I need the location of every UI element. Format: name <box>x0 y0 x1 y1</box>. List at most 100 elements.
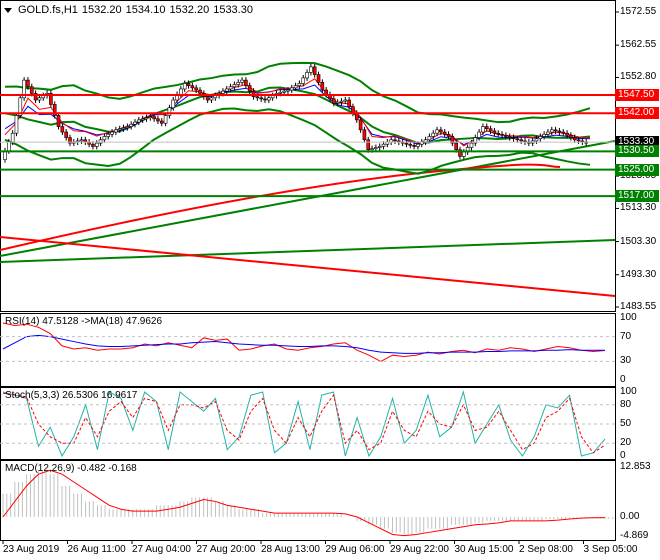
candle <box>14 115 19 134</box>
dropdown-triangle-icon[interactable] <box>4 7 12 13</box>
price-tick-label: 1572.55 <box>620 6 657 17</box>
rsi-tick-label: 0 <box>620 374 626 385</box>
level-label-support: 1530.50 <box>615 145 659 158</box>
candle <box>561 131 566 134</box>
candle <box>140 118 145 121</box>
red-moving-average <box>0 163 561 251</box>
candle <box>572 137 577 141</box>
candle <box>64 131 68 138</box>
candle <box>301 77 306 84</box>
candle <box>305 72 309 79</box>
candle <box>198 89 202 94</box>
candle <box>488 128 493 132</box>
candle <box>148 116 153 118</box>
time-axis-label: 23 Aug 2019 <box>3 544 60 555</box>
candle <box>267 97 271 101</box>
candle <box>408 143 413 146</box>
macd-tick-label: -4.869 <box>620 529 649 541</box>
candle <box>370 148 374 151</box>
level-label-support: 1525.00 <box>615 163 659 176</box>
support-trendline <box>0 239 616 263</box>
candle <box>244 79 248 86</box>
symbol-label: GOLD.fs,H1 <box>18 4 78 16</box>
candle <box>542 133 546 137</box>
candle <box>236 82 241 85</box>
candle <box>347 99 351 107</box>
candle <box>504 135 508 137</box>
candle <box>171 99 176 109</box>
falling-trendline <box>0 236 616 297</box>
candle <box>446 133 451 137</box>
candle <box>557 130 562 133</box>
low-value: 1532.20 <box>169 4 210 16</box>
candle <box>484 126 489 130</box>
price-tick-label: 1562.55 <box>620 39 657 51</box>
candle <box>255 96 260 99</box>
candle <box>416 143 420 147</box>
bollinger-lower <box>4 107 591 175</box>
time-axis-label: 27 Aug 04:00 <box>132 544 191 555</box>
candle <box>247 85 252 92</box>
candle <box>10 132 15 143</box>
price-tick-label: 1552.80 <box>620 71 657 83</box>
level-label-support: 1517.00 <box>615 190 659 203</box>
candle <box>190 85 195 89</box>
candle <box>469 142 474 148</box>
candle <box>228 86 233 90</box>
price-tick-label: 1513.30 <box>620 202 657 214</box>
time-axis-label: 30 Aug 15:00 <box>454 544 514 555</box>
candle <box>221 90 225 94</box>
candle <box>324 89 328 95</box>
candle <box>133 121 137 125</box>
candle <box>507 136 512 138</box>
candle <box>137 119 141 123</box>
price-tick-label: 1483.55 <box>620 301 657 313</box>
candle <box>282 90 286 93</box>
candle <box>358 119 363 131</box>
price-tick-label: 1503.30 <box>620 235 657 247</box>
candle <box>179 88 183 95</box>
candle <box>232 84 237 88</box>
high-value: 1534.10 <box>125 4 166 16</box>
chart-canvas[interactable] <box>0 0 660 560</box>
stoch-tick-label: 50 <box>620 418 632 429</box>
candle <box>377 146 382 148</box>
level-label-resistance: 1547.50 <box>615 89 659 102</box>
time-axis-label: 27 Aug 20:00 <box>196 544 256 555</box>
candle <box>209 97 214 101</box>
candle <box>240 79 244 83</box>
candle <box>37 97 42 101</box>
candle <box>186 83 191 86</box>
candle <box>393 139 397 142</box>
stoch-tick-label: 80 <box>620 398 632 410</box>
candle <box>163 115 168 124</box>
candle <box>442 131 447 135</box>
time-axis-label: 2 Sep 08:00 <box>519 544 573 555</box>
candle <box>553 129 558 132</box>
chart-window: GOLD.fs,H1 1532.20 1534.10 1532.20 1533.… <box>0 0 660 560</box>
candle <box>167 107 172 116</box>
candle <box>29 86 34 94</box>
candle <box>519 139 523 142</box>
candle <box>576 139 581 142</box>
candle <box>125 126 130 128</box>
macd-tick-label: 0.00 <box>620 511 640 522</box>
candle <box>320 82 325 91</box>
candle <box>159 120 164 124</box>
candle <box>431 132 436 137</box>
close-value: 1533.30 <box>213 4 253 16</box>
rsi-line <box>2 322 606 362</box>
candle <box>496 132 501 135</box>
candle <box>110 131 114 135</box>
rsi-tick-label: 70 <box>620 330 632 342</box>
macd-label: MACD(12,26,9) -0.482 -0.168 <box>5 463 137 474</box>
stoch-tick-label: 0 <box>620 450 626 461</box>
candle <box>335 101 340 104</box>
candle <box>144 117 149 120</box>
candle <box>412 145 416 147</box>
candle <box>404 142 409 145</box>
candle <box>362 129 367 141</box>
candle <box>538 136 543 139</box>
stoch-label: Stoch(5,3,3) 26.5306 16.9617 <box>5 390 138 401</box>
candle <box>511 137 516 139</box>
